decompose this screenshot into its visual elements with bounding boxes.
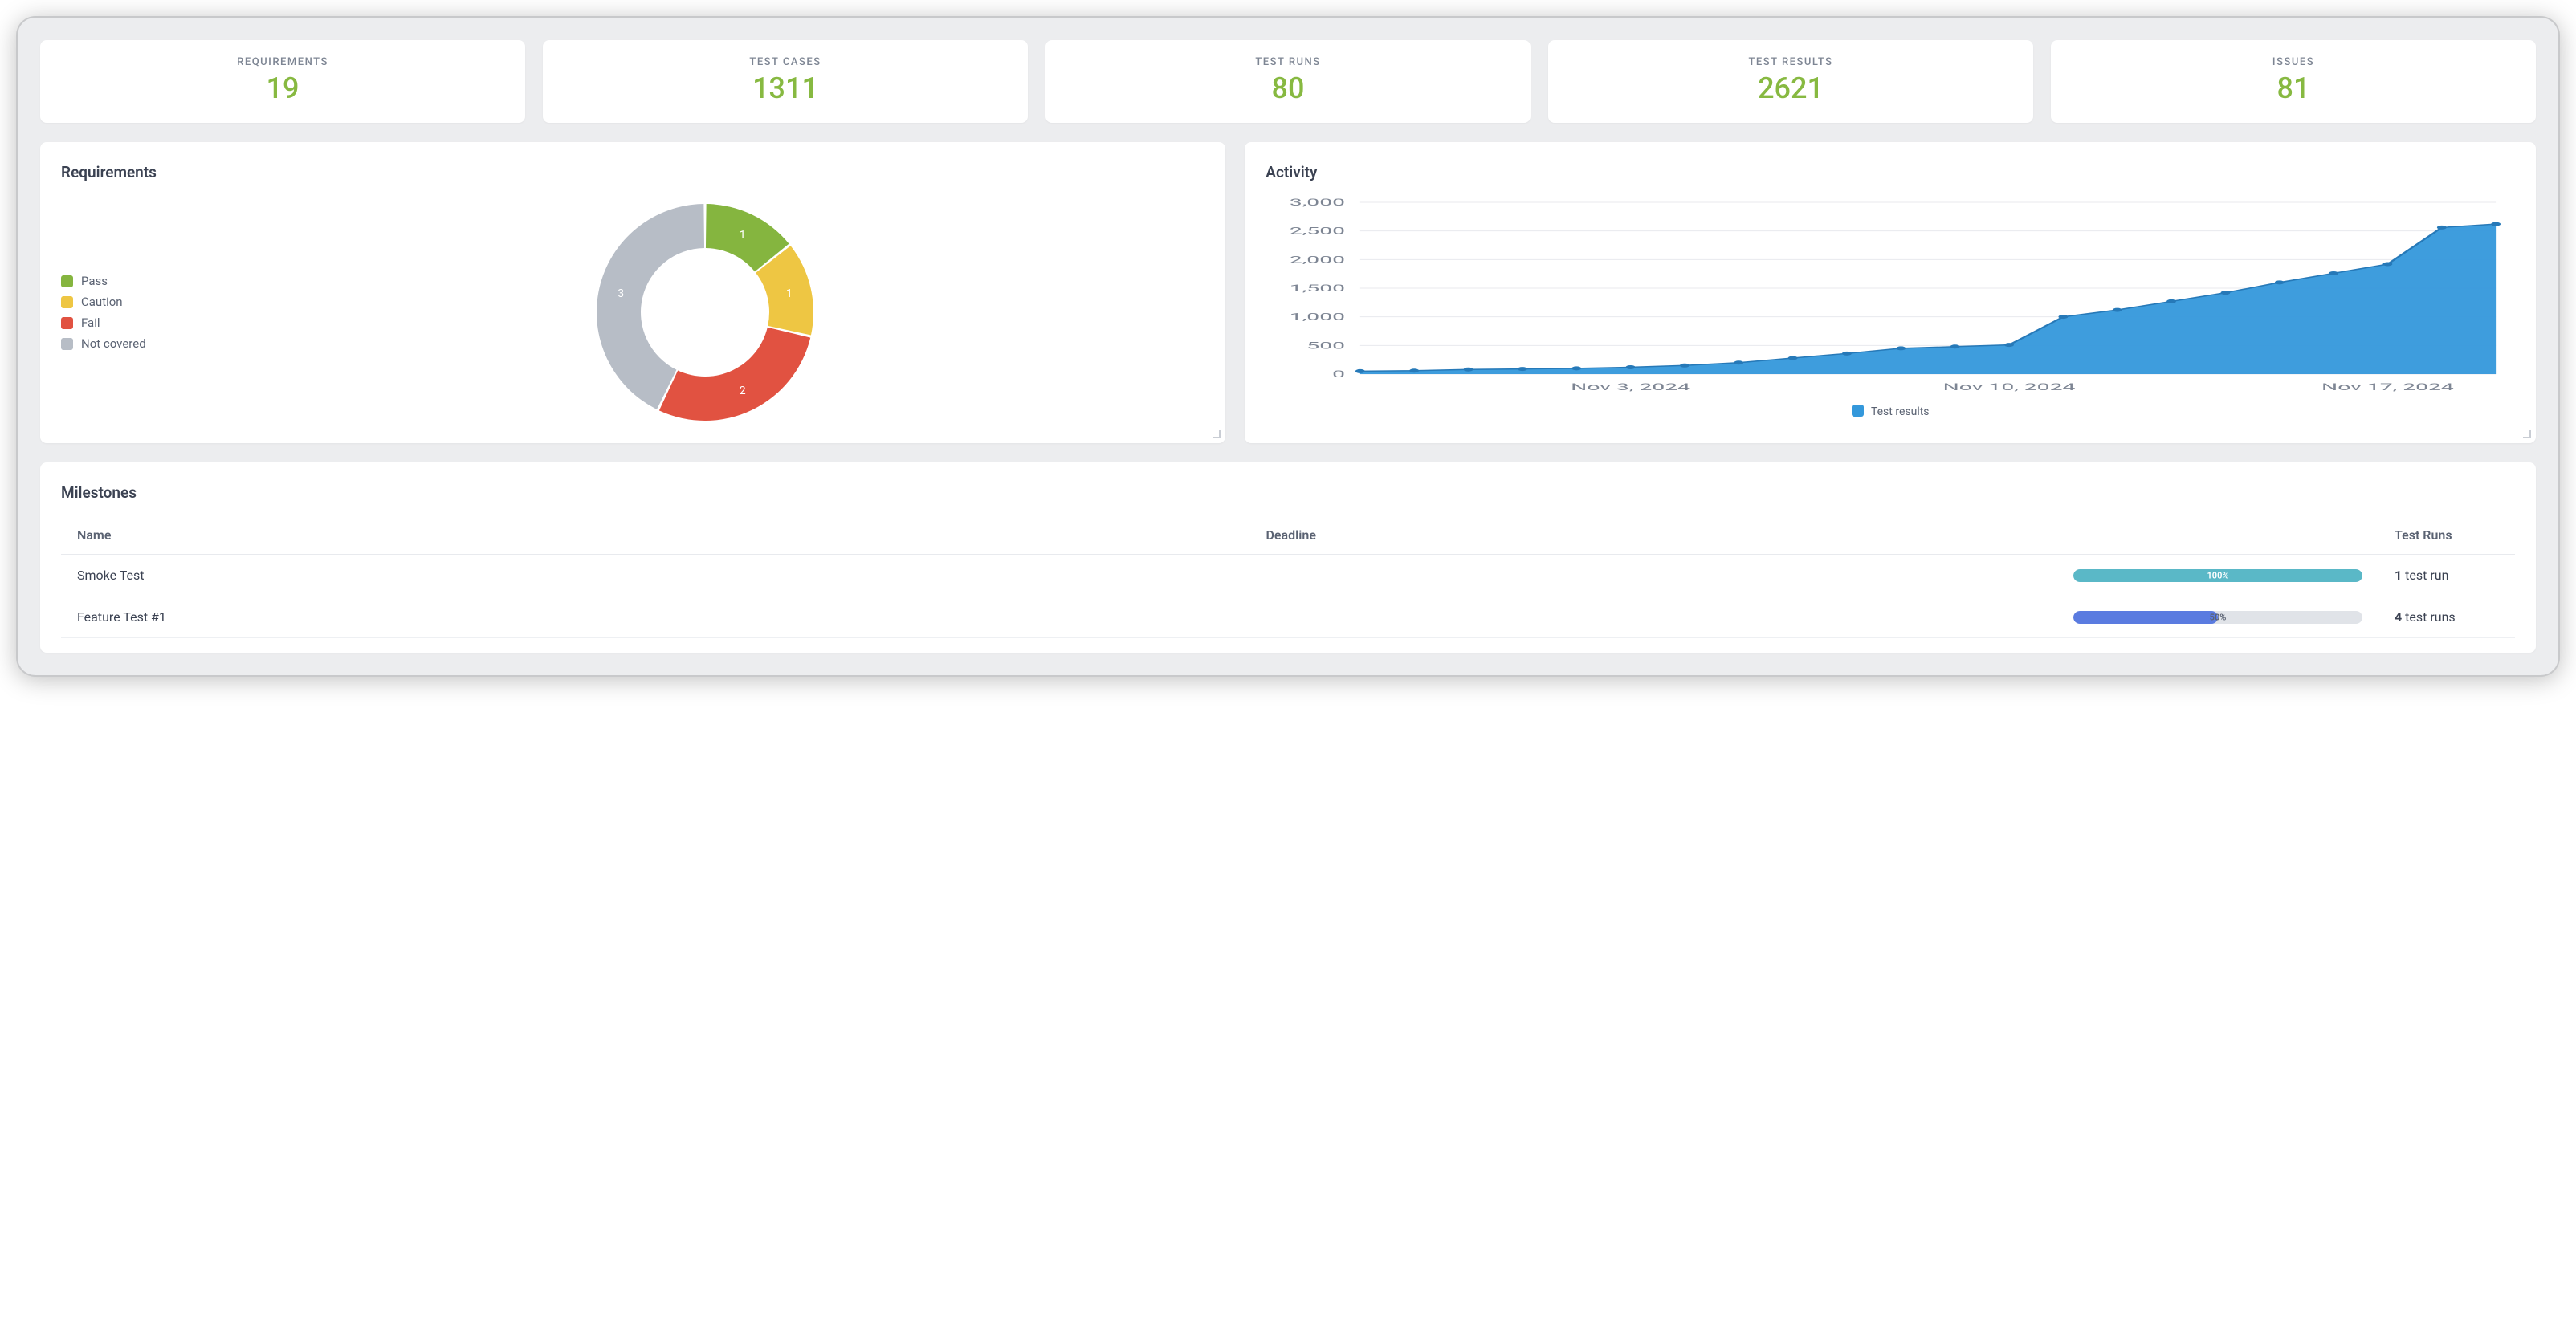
legend-swatch-icon [61, 296, 73, 308]
svg-text:Nov 3, 2024: Nov 3, 2024 [1571, 382, 1690, 393]
stat-card-requirements[interactable]: REQUIREMENTS 19 [40, 40, 525, 123]
milestone-runs: 1 test run [2378, 555, 2515, 596]
svg-text:3,000: 3,000 [1290, 197, 1345, 209]
milestone-name: Feature Test #1 [61, 596, 1249, 638]
resize-handle-icon[interactable] [1211, 429, 1221, 438]
stat-label: TEST RUNS [1054, 56, 1522, 68]
donut-chart: 1 1 2 3 [206, 196, 1204, 429]
svg-text:3: 3 [618, 287, 624, 300]
card-title: Requirements [61, 163, 1204, 181]
svg-text:1: 1 [786, 287, 793, 300]
svg-text:Nov 10, 2024: Nov 10, 2024 [1943, 382, 2076, 393]
progress-bar: 100% [2073, 569, 2362, 582]
milestone-deadline [1249, 596, 2057, 638]
milestones-card: Milestones Name Deadline Test Runs Smoke… [40, 462, 2536, 653]
table-row[interactable]: Smoke Test 100% 1 test run [61, 555, 2515, 596]
svg-text:1,500: 1,500 [1290, 283, 1345, 295]
svg-text:1: 1 [740, 229, 746, 242]
dashboard-window: REQUIREMENTS 19 TEST CASES 1311 TEST RUN… [16, 16, 2560, 677]
stat-card-test-results[interactable]: TEST RESULTS 2621 [1548, 40, 2033, 123]
legend-label: Test results [1871, 405, 1930, 418]
table-row[interactable]: Feature Test #1 50% 4 test runs [61, 596, 2515, 638]
legend-item-fail[interactable]: Fail [61, 315, 181, 330]
milestone-name: Smoke Test [61, 555, 1249, 596]
legend-label: Fail [81, 315, 100, 330]
milestones-table: Name Deadline Test Runs Smoke Test 100% 1 … [61, 516, 2515, 638]
stat-value: 80 [1054, 71, 1522, 105]
requirements-legend: Pass Caution Fail Not covered [61, 267, 181, 357]
charts-row: Requirements Pass Caution Fail [40, 142, 2536, 443]
svg-text:Nov 17, 2024: Nov 17, 2024 [2321, 382, 2454, 393]
stat-value: 19 [48, 71, 517, 105]
legend-item-caution[interactable]: Caution [61, 295, 181, 309]
activity-card: Activity 0 500 1,000 1,500 2,000 2,500 3,000 No… [1245, 142, 2536, 443]
stat-label: ISSUES [2059, 56, 2528, 68]
activity-legend[interactable]: Test results [1266, 405, 2515, 418]
card-title: Activity [1266, 163, 2515, 181]
milestone-deadline [1249, 555, 2057, 596]
stat-label: REQUIREMENTS [48, 56, 517, 68]
card-title: Milestones [61, 483, 2515, 502]
svg-text:2,500: 2,500 [1290, 226, 1345, 237]
resize-handle-icon[interactable] [2521, 429, 2531, 438]
progress-bar: 50% [2073, 611, 2362, 624]
column-header-name[interactable]: Name [61, 516, 1249, 555]
stat-value: 1311 [551, 71, 1020, 105]
stat-value: 2621 [1556, 71, 2025, 105]
legend-item-pass[interactable]: Pass [61, 274, 181, 288]
legend-label: Caution [81, 295, 123, 309]
progress-fill [2073, 611, 2218, 624]
stat-value: 81 [2059, 71, 2528, 105]
stat-card-test-runs[interactable]: TEST RUNS 80 [1045, 40, 1531, 123]
svg-text:0: 0 [1332, 369, 1345, 381]
legend-swatch-icon [1852, 405, 1864, 417]
progress-label: 100% [2207, 570, 2229, 580]
column-header-test-runs[interactable]: Test Runs [2378, 516, 2515, 555]
column-header-progress [2057, 516, 2378, 555]
column-header-deadline[interactable]: Deadline [1249, 516, 2057, 555]
stat-label: TEST CASES [551, 56, 1020, 68]
svg-text:500: 500 [1307, 340, 1346, 352]
legend-label: Pass [81, 274, 108, 288]
stat-card-issues[interactable]: ISSUES 81 [2051, 40, 2536, 123]
milestone-runs: 4 test runs [2378, 596, 2515, 638]
requirements-body: Pass Caution Fail Not covered [61, 196, 1204, 429]
legend-swatch-icon [61, 317, 73, 329]
svg-text:2: 2 [740, 385, 746, 397]
progress-label: 50% [2210, 612, 2227, 622]
legend-label: Not covered [81, 336, 146, 351]
milestone-progress-cell: 50% [2057, 596, 2378, 638]
svg-text:2,000: 2,000 [1290, 254, 1345, 266]
milestone-progress-cell: 100% [2057, 555, 2378, 596]
stats-row: REQUIREMENTS 19 TEST CASES 1311 TEST RUN… [40, 40, 2536, 123]
svg-text:1,000: 1,000 [1290, 311, 1345, 323]
activity-chart: 0 500 1,000 1,500 2,000 2,500 3,000 Nov 3, 2024… [1266, 196, 2515, 397]
stat-card-test-cases[interactable]: TEST CASES 1311 [543, 40, 1028, 123]
legend-swatch-icon [61, 275, 73, 287]
stat-label: TEST RESULTS [1556, 56, 2025, 68]
requirements-card: Requirements Pass Caution Fail [40, 142, 1225, 443]
legend-swatch-icon [61, 338, 73, 350]
legend-item-not-covered[interactable]: Not covered [61, 336, 181, 351]
